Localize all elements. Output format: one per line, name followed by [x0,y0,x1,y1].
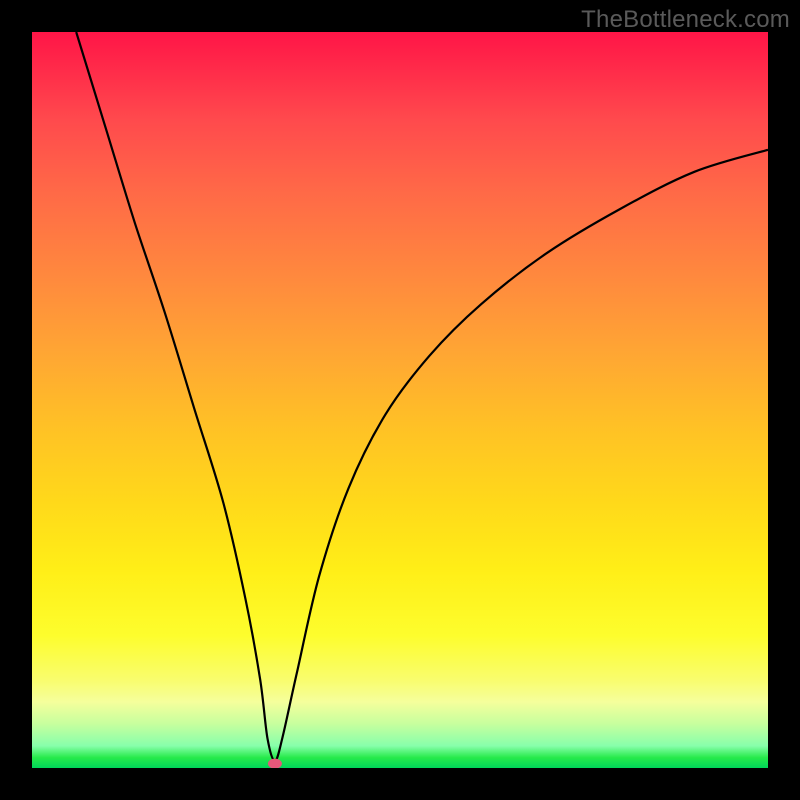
plot-area [32,32,768,768]
bottleneck-curve [76,32,768,761]
curve-svg [32,32,768,768]
minimum-marker [268,759,282,768]
watermark-text: TheBottleneck.com [581,6,790,34]
chart-container: TheBottleneck.com [0,0,800,800]
